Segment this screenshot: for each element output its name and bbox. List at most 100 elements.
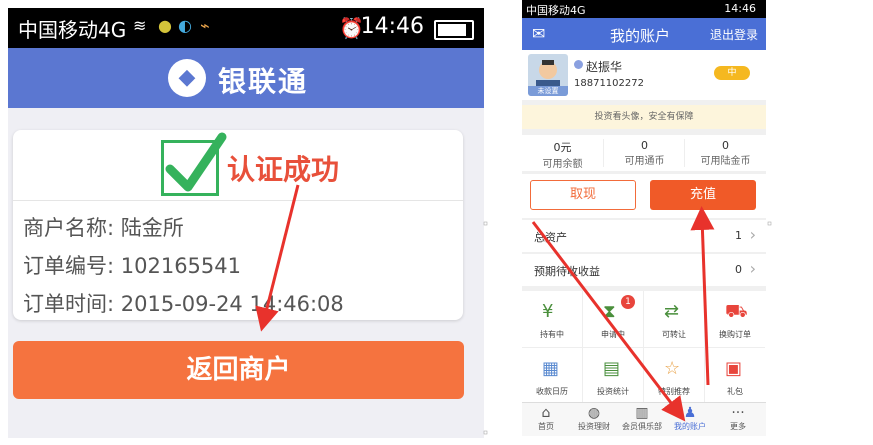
tab-more[interactable]: ··· 更多: [714, 403, 762, 436]
cart-icon: ⛟: [725, 301, 748, 322]
user-phone: 18871102272: [574, 78, 644, 89]
grid-calendar[interactable]: ▦ 收款日历: [522, 348, 583, 405]
grid-label: 换购订单: [719, 330, 751, 339]
carrier-label: 中国移动4G: [526, 4, 586, 17]
mail-icon[interactable]: ✉: [532, 24, 545, 43]
tab-label: 我的账户: [674, 422, 706, 431]
fund-actions: 取现 充值: [522, 174, 766, 218]
verified-icon: [574, 60, 583, 69]
tab-invest[interactable]: ◍ 投资理财: [570, 403, 618, 436]
avatar-tip: 投资看头像，安全有保障: [522, 105, 766, 129]
selection-handle: [767, 221, 772, 226]
app-header: ◆ 银联通: [8, 48, 484, 108]
withdraw-button[interactable]: 取现: [530, 180, 636, 210]
divider: [13, 200, 463, 201]
row-value: 1: [735, 229, 742, 242]
carrier-label: 中国移动4G: [18, 18, 127, 42]
tab-label: 首页: [538, 422, 554, 431]
stat-label: 可用通币: [624, 156, 665, 167]
grid-transferable[interactable]: ⇄ 可转让: [644, 291, 705, 348]
avatar[interactable]: 未设置: [528, 54, 568, 96]
calendar-icon: ▦: [542, 358, 560, 379]
status-bar: 中国移动4G ≋ ● ◐ ⌁ ⏰ 14:46: [8, 8, 484, 48]
tab-label: 会员俱乐部: [622, 422, 662, 431]
right-phone-screen: 中国移动4G 14:46 ✉ 我的账户 退出登录 未设置 赵振华 1887110…: [522, 0, 766, 436]
broom-icon: ⌁: [200, 16, 210, 35]
app-icon: ◐: [178, 16, 192, 35]
stat-coins[interactable]: 0 可用通币: [603, 139, 685, 167]
wifi-icon: ≋: [133, 16, 147, 35]
doc-icon: ▤: [603, 358, 621, 379]
row-label: 总资产: [534, 231, 567, 244]
clock: 14:46: [360, 14, 424, 39]
stat-value: 0元: [553, 141, 572, 154]
grid-label: 持有中: [540, 330, 564, 339]
row-label: 预期待收收益: [534, 265, 600, 278]
bottom-tab-bar: ⌂ 首页 ◍ 投资理财 ▥ 会员俱乐部 ♟ 我的账户 ··· 更多: [522, 402, 766, 436]
battery-icon: [434, 20, 474, 40]
bag-icon: ☆: [664, 358, 681, 379]
selection-handle: [483, 221, 488, 226]
clock: 14:46: [724, 2, 756, 15]
transfer-icon: ⇄: [664, 301, 680, 322]
money-bag-icon: ◍: [587, 405, 601, 421]
club-icon: ▥: [635, 405, 649, 421]
grid-label: 可转让: [662, 330, 686, 339]
recharge-button[interactable]: 充值: [650, 180, 756, 210]
account-header: ✉ 我的账户 退出登录: [522, 18, 766, 50]
grid-stats[interactable]: ▤ 投资统计: [583, 348, 644, 405]
status-bar: 中国移动4G 14:46: [522, 0, 766, 18]
order-number: 订单编号: 102165541: [23, 254, 241, 278]
grid-recommend[interactable]: ☆ 特别推荐: [644, 348, 705, 405]
stat-label: 可用陆金币: [700, 156, 751, 167]
stat-label: 可用余额: [542, 159, 583, 170]
hourglass-icon: ⧗: [603, 301, 616, 322]
profile-section: 未设置 赵振华 18871102272 中: [522, 50, 766, 100]
row-total-assets[interactable]: 总资产 1 ›: [522, 220, 766, 252]
avatar-tag: 未设置: [528, 86, 568, 96]
grid-label: 收款日历: [536, 387, 568, 396]
chevron-right-icon: ›: [749, 259, 756, 278]
user-name: 赵振华: [586, 60, 623, 74]
grid-orders[interactable]: ⛟ 换购订单: [705, 291, 765, 348]
home-icon: ⌂: [541, 405, 551, 421]
risk-level-badge: 中: [714, 66, 750, 80]
tab-home[interactable]: ⌂ 首页: [522, 403, 570, 436]
return-merchant-button[interactable]: 返回商户: [13, 341, 464, 399]
stat-value: 0: [641, 139, 648, 152]
page-title: 我的账户: [610, 27, 671, 45]
grid-label: 申请中: [601, 330, 625, 339]
more-icon: ···: [731, 405, 745, 421]
grid-label: 特别推荐: [658, 387, 690, 396]
coins-icon: ¥: [542, 301, 554, 322]
balance-stats: 0元 可用余额 0 可用通币 0 可用陆金币: [522, 135, 766, 171]
selection-handle: [483, 430, 488, 435]
tab-club[interactable]: ▥ 会员俱乐部: [618, 403, 666, 436]
result-title: 认证成功: [227, 153, 340, 186]
unionpay-logo-icon: ◆: [168, 59, 206, 97]
row-expected-income[interactable]: 预期待收收益 0 ›: [522, 254, 766, 286]
row-value: 0: [735, 263, 742, 276]
result-card: 认证成功 商户名称: 陆金所 订单编号: 102165541 订单时间: 201…: [13, 130, 463, 320]
logout-button[interactable]: 退出登录: [710, 26, 758, 43]
grid-label: 投资统计: [597, 387, 629, 396]
grid-label: 礼包: [727, 387, 743, 396]
tab-label: 投资理财: [578, 422, 610, 431]
left-phone-screen: 中国移动4G ≋ ● ◐ ⌁ ⏰ 14:46 ◆ 银联通 认证成功 商户名称: …: [8, 8, 484, 438]
merchant-name: 商户名称: 陆金所: [23, 216, 184, 240]
order-time: 订单时间: 2015-09-24 14:46:08: [23, 292, 344, 316]
grid-gift[interactable]: ▣ 礼包: [705, 348, 765, 405]
feature-grid: ¥ 持有中 ⧗ 1 申请中 ⇄ 可转让 ⛟ 换购订单 ▦ 收款日历 ▤ 投资统计 ☆ 特别推荐 …: [522, 291, 766, 405]
stat-balance[interactable]: 0元 可用余额: [522, 139, 603, 170]
success-check-icon: [161, 132, 227, 196]
tab-my-account[interactable]: ♟ 我的账户: [666, 403, 714, 436]
stat-gold[interactable]: 0 可用陆金币: [684, 139, 766, 167]
user-icon: ♟: [683, 405, 697, 421]
grid-holding[interactable]: ¥ 持有中: [522, 291, 583, 348]
app-title: 银联通: [218, 65, 309, 98]
count-badge: 1: [621, 295, 635, 309]
stat-value: 0: [722, 139, 729, 152]
chevron-right-icon: ›: [749, 225, 756, 244]
grid-applying[interactable]: ⧗ 1 申请中: [583, 291, 644, 348]
notification-icon: ●: [158, 16, 172, 35]
